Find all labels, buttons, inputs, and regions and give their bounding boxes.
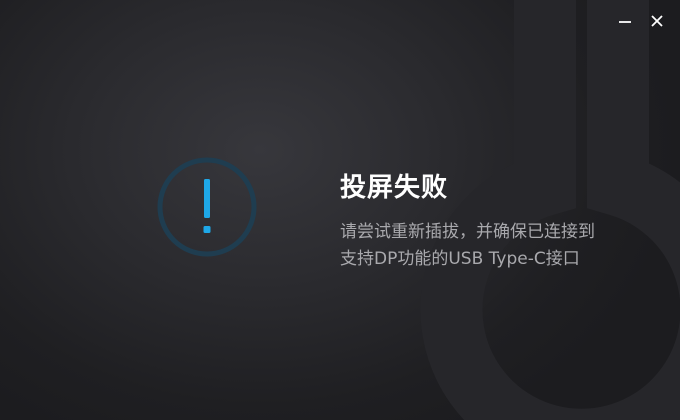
error-message-line-2: 支持DP功能的USB Type-C接口 — [340, 249, 580, 269]
window-controls — [610, 8, 672, 34]
error-title: 投屏失败 — [340, 173, 449, 203]
error-dialog: 投屏失败 请尝试重新插拔，并确保已连接到 支持DP功能的USB Type-C接口 — [0, 0, 680, 420]
close-icon — [651, 15, 663, 27]
close-button[interactable] — [642, 8, 672, 34]
minimize-icon — [619, 21, 631, 23]
background-decoration — [420, 0, 680, 420]
minimize-button[interactable] — [610, 8, 640, 34]
exclamation-circle-icon — [156, 156, 258, 258]
error-message: 请尝试重新插拔，并确保已连接到 支持DP功能的USB Type-C接口 — [340, 219, 660, 273]
error-message-line-1: 请尝试重新插拔，并确保已连接到 — [340, 222, 595, 242]
